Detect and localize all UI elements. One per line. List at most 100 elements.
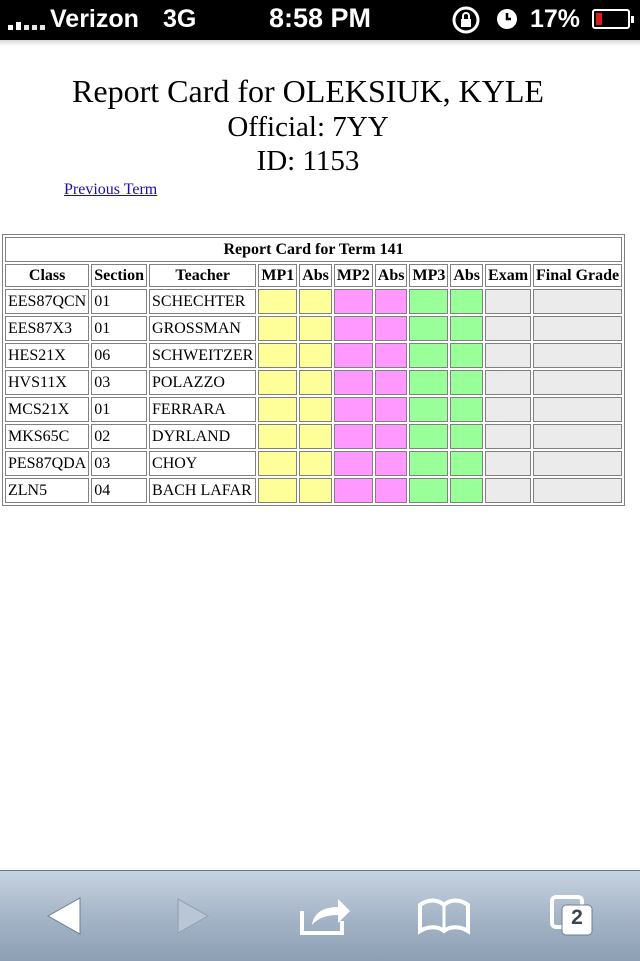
mp1-abs-cell bbox=[299, 478, 332, 503]
teacher-cell: FERRARA bbox=[149, 397, 257, 422]
mp1-abs-cell bbox=[299, 370, 332, 395]
mp2-cell bbox=[333, 397, 373, 422]
class-cell: MKS65C bbox=[5, 424, 90, 449]
section-cell: 01 bbox=[91, 289, 148, 314]
exam-cell bbox=[485, 424, 532, 449]
table-row: EES87X3 01 GROSSMAN bbox=[5, 316, 623, 341]
mp3-abs-cell bbox=[450, 289, 484, 314]
exam-cell bbox=[485, 370, 532, 395]
battery-icon bbox=[592, 9, 634, 29]
bookmarks-icon[interactable] bbox=[414, 891, 474, 941]
mp1-cell bbox=[258, 451, 298, 476]
tabs-count: 2 bbox=[571, 906, 583, 929]
teacher-cell: POLAZZO bbox=[149, 370, 257, 395]
mp3-abs-cell bbox=[450, 343, 484, 368]
column-header: Class bbox=[5, 264, 90, 287]
teacher-cell: SCHWEITZER bbox=[149, 343, 257, 368]
section-cell: 03 bbox=[91, 451, 148, 476]
mp2-cell bbox=[333, 478, 373, 503]
section-cell: 06 bbox=[91, 343, 148, 368]
tabs-button[interactable]: 2 bbox=[544, 891, 604, 941]
section-cell: 04 bbox=[91, 478, 148, 503]
column-header: MP1 bbox=[258, 264, 298, 287]
mp3-cell bbox=[409, 397, 449, 422]
back-icon[interactable] bbox=[34, 891, 94, 941]
class-cell: HES21X bbox=[5, 343, 90, 368]
table-row: HES21X 06 SCHWEITZER bbox=[5, 343, 623, 368]
table-row: PES87QDA 03 CHOY bbox=[5, 451, 623, 476]
mp3-cell bbox=[409, 370, 449, 395]
mp3-cell bbox=[409, 424, 449, 449]
section-cell: 02 bbox=[91, 424, 148, 449]
mp2-abs-cell bbox=[374, 478, 408, 503]
exam-cell bbox=[485, 289, 532, 314]
mp1-cell bbox=[258, 289, 298, 314]
mp3-cell bbox=[409, 451, 449, 476]
teacher-cell: DYRLAND bbox=[149, 424, 257, 449]
table-caption: Report Card for Term 141 bbox=[5, 237, 623, 262]
alarm-clock-icon bbox=[497, 9, 517, 29]
official-class: Official: 7YY bbox=[227, 111, 389, 143]
column-header: MP3 bbox=[409, 264, 449, 287]
mp3-cell bbox=[409, 343, 449, 368]
column-header: Abs bbox=[299, 264, 332, 287]
browser-toolbar: 2 bbox=[0, 870, 640, 961]
mp1-cell bbox=[258, 424, 298, 449]
mp2-abs-cell bbox=[374, 370, 408, 395]
final-grade-cell bbox=[533, 424, 623, 449]
report-card-table: Report Card for Term 141 Class Section Tea… bbox=[2, 234, 626, 506]
forward-icon[interactable] bbox=[162, 891, 222, 941]
final-grade-cell bbox=[533, 316, 623, 341]
final-grade-cell bbox=[533, 370, 623, 395]
battery-level bbox=[596, 13, 602, 25]
class-cell: EES87X3 bbox=[5, 316, 90, 341]
final-grade-cell bbox=[533, 397, 623, 422]
teacher-cell: CHOY bbox=[149, 451, 257, 476]
table-row: HVS11X 03 POLAZZO bbox=[5, 370, 623, 395]
mp1-cell bbox=[258, 343, 298, 368]
status-bar: Verizon 3G 8:58 PM 17% bbox=[0, 0, 640, 40]
page-top-shadow bbox=[0, 40, 640, 46]
mp1-cell bbox=[258, 316, 298, 341]
mp3-cell bbox=[409, 289, 449, 314]
mp1-cell bbox=[258, 478, 298, 503]
exam-cell bbox=[485, 478, 532, 503]
column-header: Abs bbox=[450, 264, 484, 287]
column-header: Final Grade bbox=[533, 264, 623, 287]
mp2-cell bbox=[333, 424, 373, 449]
final-grade-cell bbox=[533, 289, 623, 314]
class-cell: ZLN5 bbox=[5, 478, 90, 503]
mp1-abs-cell bbox=[299, 424, 332, 449]
table-row: MKS65C 02 DYRLAND bbox=[5, 424, 623, 449]
mp2-cell bbox=[333, 343, 373, 368]
mp3-cell bbox=[409, 478, 449, 503]
mp1-cell bbox=[258, 397, 298, 422]
mp3-cell bbox=[409, 316, 449, 341]
rotation-lock-icon bbox=[452, 6, 480, 34]
mp2-abs-cell bbox=[374, 343, 408, 368]
final-grade-cell bbox=[533, 451, 623, 476]
table-row: MCS21X 01 FERRARA bbox=[5, 397, 623, 422]
mp2-abs-cell bbox=[374, 424, 408, 449]
mp3-abs-cell bbox=[450, 316, 484, 341]
exam-cell bbox=[485, 451, 532, 476]
table-row: ZLN5 04 BACH LAFAR bbox=[5, 478, 623, 503]
section-cell: 01 bbox=[91, 397, 148, 422]
page-title: Report Card for OLEKSIUK, KYLE bbox=[72, 73, 544, 109]
mp3-abs-cell bbox=[450, 424, 484, 449]
mp1-abs-cell bbox=[299, 343, 332, 368]
column-header: Abs bbox=[374, 264, 408, 287]
mp2-cell bbox=[333, 289, 373, 314]
exam-cell bbox=[485, 343, 532, 368]
mp3-abs-cell bbox=[450, 451, 484, 476]
teacher-cell: BACH LAFAR bbox=[149, 478, 257, 503]
previous-term-link[interactable]: Previous Term bbox=[64, 181, 157, 199]
exam-cell bbox=[485, 397, 532, 422]
class-cell: PES87QDA bbox=[5, 451, 90, 476]
column-header: Exam bbox=[485, 264, 532, 287]
teacher-cell: SCHECHTER bbox=[149, 289, 257, 314]
share-icon[interactable] bbox=[294, 891, 354, 941]
section-cell: 01 bbox=[91, 316, 148, 341]
final-grade-cell bbox=[533, 478, 623, 503]
mp2-abs-cell bbox=[374, 289, 408, 314]
